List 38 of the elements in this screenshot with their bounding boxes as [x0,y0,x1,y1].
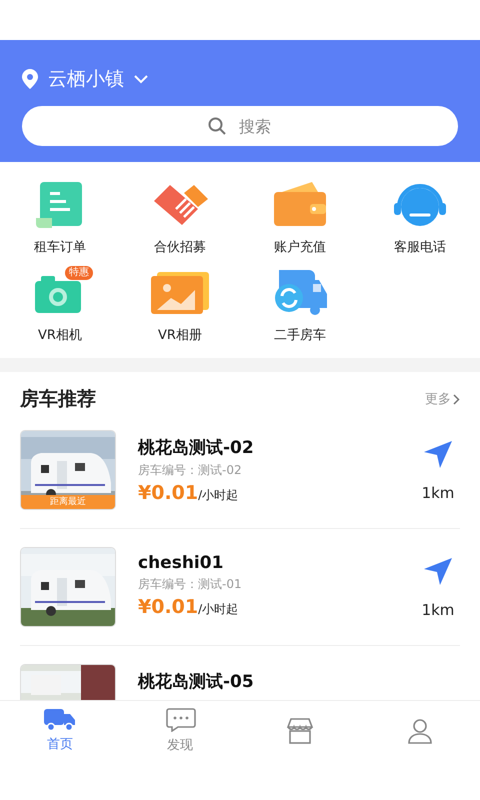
distance: 1km [422,601,454,619]
tab[interactable]: 发现 [120,701,240,760]
search-icon [208,117,226,135]
vehicle-code: 房车编号：测试-01 [138,576,243,593]
chat-icon [164,708,196,732]
wallet-icon [272,182,328,228]
vehicle-name[interactable]: cheshi01 [138,553,394,573]
price: ¥0.01 [138,596,198,618]
price-unit: /小时起 [198,487,238,504]
vehicle-code: 房车编号：测试-02 [138,462,243,479]
vehicle-name[interactable]: 桃花岛测试-02 [138,436,394,459]
shortcut-label[interactable]: VR相册 [158,326,202,344]
person-icon [407,718,433,744]
vehicle-name[interactable]: 桃花岛测试-05 [138,670,460,693]
shortcut-label[interactable]: 合伙招募 [154,238,206,256]
truck-icon [44,708,76,730]
chevron-right-icon [453,394,460,404]
tab[interactable]: 首页 [0,701,120,760]
chevron-down-icon[interactable] [134,74,148,84]
location-pin-icon [22,69,38,89]
distance: 1km [422,484,454,502]
navigation-arrow-icon[interactable] [423,440,453,470]
shortcut-label[interactable]: 客服电话 [394,238,446,256]
shortcut-label[interactable]: VR相机 [38,326,82,344]
shop-icon [285,718,315,744]
price: ¥0.01 [138,482,198,504]
shortcut-label[interactable]: 租车订单 [34,238,86,256]
search-field[interactable]: 搜索 [22,106,458,146]
price-unit: /小时起 [198,601,238,618]
headset-icon [391,182,449,228]
nearest-tag: 距离最近 [21,495,115,509]
shortcut-label[interactable]: 账户充值 [274,238,326,256]
image-icon [151,272,209,314]
shortcut-label[interactable]: 二手房车 [274,326,326,344]
location-label[interactable]: 云栖小镇 [48,66,124,92]
promo-badge: 特惠 [65,266,93,280]
navigation-arrow-icon[interactable] [423,557,453,587]
section-title: 房车推荐 [20,387,96,412]
